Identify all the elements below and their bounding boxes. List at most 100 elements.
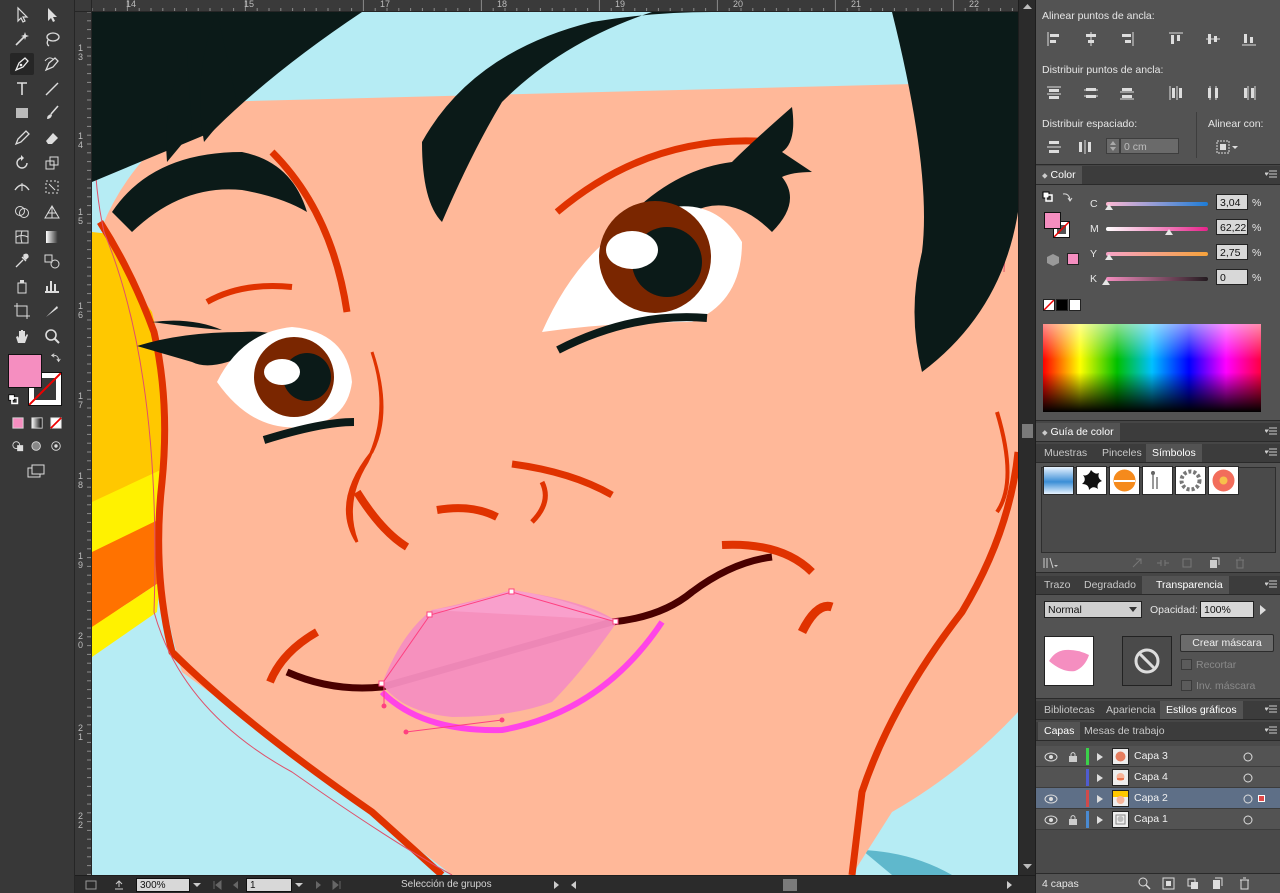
delete-layer-icon[interactable]: [1238, 877, 1251, 890]
symbol-pushpin[interactable]: [1142, 466, 1173, 495]
align-left-icon[interactable]: [1045, 30, 1063, 48]
zoom-dropdown-icon[interactable]: [191, 879, 203, 891]
channel-y-knob[interactable]: [1105, 254, 1114, 260]
symbol-orange-button[interactable]: [1109, 466, 1140, 495]
distribute-right-icon[interactable]: [1240, 84, 1258, 102]
lock-icon[interactable]: [1068, 814, 1078, 826]
paintbrush-tool-icon[interactable]: [40, 102, 64, 124]
lock-icon[interactable]: [1068, 751, 1078, 763]
eye-icon[interactable]: [1044, 794, 1058, 804]
tab-transparency[interactable]: Transparencia: [1142, 576, 1229, 594]
channel-m-knob[interactable]: [1165, 229, 1174, 235]
direct-selection-tool-icon[interactable]: [40, 4, 64, 26]
tab-color-guide[interactable]: ⬥ Guía de color: [1036, 423, 1120, 441]
pen-tool-icon[interactable]: [10, 53, 34, 75]
width-tool-icon[interactable]: [10, 176, 34, 198]
channel-y-value[interactable]: 2,75: [1216, 244, 1248, 260]
tab-graphic-styles[interactable]: Estilos gráficos: [1160, 701, 1243, 719]
opacity-slider-icon[interactable]: [1257, 604, 1269, 616]
slice-tool-icon[interactable]: [40, 300, 64, 322]
tab-stroke[interactable]: Trazo: [1038, 576, 1076, 594]
zoom-tool-icon[interactable]: [40, 325, 64, 347]
panel-menu-icon[interactable]: [1265, 726, 1277, 736]
vertical-ruler[interactable]: 1 3 1 4 1 5 1 6 1 7 1 8 1 9 2 0 2 1 2 2: [75, 12, 92, 875]
draw-inside-icon[interactable]: [47, 438, 65, 454]
symbol-flower[interactable]: [1208, 466, 1239, 495]
gradient-mode-icon[interactable]: [28, 415, 46, 431]
eyedropper-tool-icon[interactable]: [10, 250, 34, 272]
symbol-libraries-icon[interactable]: [1042, 557, 1058, 569]
symbol-sprayer-tool-icon[interactable]: [10, 275, 34, 297]
symbol-options-icon[interactable]: [1181, 557, 1193, 569]
prev-artboard-icon[interactable]: [229, 879, 241, 891]
symbol-ink-splat[interactable]: [1076, 466, 1107, 495]
distribute-left-icon[interactable]: [1167, 84, 1185, 102]
tab-color[interactable]: ⬥ Color: [1036, 166, 1082, 184]
channel-c-value[interactable]: 3,04: [1216, 194, 1248, 210]
mask-thumbnail[interactable]: [1122, 636, 1172, 686]
tab-swatches[interactable]: Muestras: [1038, 444, 1093, 462]
black-color-swatch[interactable]: [1056, 299, 1068, 311]
draw-behind-icon[interactable]: [28, 438, 46, 454]
tab-libraries[interactable]: Bibliotecas: [1038, 701, 1101, 719]
default-colors-icon[interactable]: [1042, 191, 1054, 203]
ruler-origin[interactable]: [75, 0, 92, 12]
artboard-tool-icon[interactable]: [10, 300, 34, 322]
none-mode-icon[interactable]: [47, 415, 65, 431]
out-of-gamut-icon[interactable]: [1046, 253, 1060, 267]
align-right-icon[interactable]: [1118, 30, 1136, 48]
rectangle-tool-icon[interactable]: [10, 102, 34, 124]
layer-row[interactable]: Capa 1: [1036, 809, 1280, 830]
make-clipping-mask-icon[interactable]: [1162, 877, 1175, 890]
layer-row[interactable]: Capa 4: [1036, 767, 1280, 788]
export-icon[interactable]: [113, 879, 125, 891]
type-tool-icon[interactable]: [10, 78, 34, 100]
target-icon[interactable]: [1242, 751, 1254, 763]
break-link-icon[interactable]: [1156, 557, 1170, 569]
distribute-top-icon[interactable]: [1045, 84, 1063, 102]
symbol-ring[interactable]: [1175, 466, 1206, 495]
eye-icon[interactable]: [1044, 815, 1058, 825]
pencil-tool-icon[interactable]: [10, 127, 34, 149]
scroll-down-icon[interactable]: [1019, 862, 1036, 872]
tab-symbols[interactable]: Símbolos: [1146, 444, 1202, 462]
scale-tool-icon[interactable]: [40, 152, 64, 174]
align-vertical-center-icon[interactable]: [1204, 30, 1222, 48]
default-fill-stroke-icon[interactable]: [6, 392, 20, 406]
perspective-grid-tool-icon[interactable]: [40, 201, 64, 223]
target-icon[interactable]: [1242, 772, 1254, 784]
panel-menu-icon[interactable]: [1265, 427, 1277, 437]
spacing-stepper[interactable]: [1106, 138, 1120, 154]
magic-wand-tool-icon[interactable]: [10, 28, 34, 50]
selection-tool-icon[interactable]: [10, 4, 34, 26]
tab-gradient[interactable]: Degradado: [1078, 576, 1142, 594]
next-artboard-icon[interactable]: [313, 879, 325, 891]
channel-c-knob[interactable]: [1105, 204, 1114, 210]
distribute-hcenter-icon[interactable]: [1204, 84, 1222, 102]
channel-y-slider[interactable]: [1106, 252, 1208, 256]
rotate-tool-icon[interactable]: [10, 152, 34, 174]
object-thumbnail[interactable]: [1044, 636, 1094, 686]
channel-k-knob[interactable]: [1102, 279, 1110, 285]
draw-normal-icon[interactable]: [9, 438, 27, 454]
scroll-left-icon[interactable]: [568, 879, 580, 891]
panel-menu-icon[interactable]: [1265, 705, 1277, 715]
swap-fill-stroke-icon[interactable]: [49, 351, 63, 365]
artboard-nav-icon[interactable]: [85, 879, 97, 891]
fill-swatch[interactable]: [8, 354, 42, 388]
invert-mask-checkbox[interactable]: [1181, 680, 1192, 691]
horizontal-spacing-icon[interactable]: [1076, 138, 1094, 156]
channel-m-value[interactable]: 62,22: [1216, 219, 1248, 235]
color-panel-fill-swatch[interactable]: [1044, 212, 1061, 229]
line-tool-icon[interactable]: [40, 78, 64, 100]
tab-appearance[interactable]: Apariencia: [1100, 701, 1162, 719]
vertical-scrollbar[interactable]: [1018, 0, 1035, 875]
swap-colors-icon[interactable]: [1061, 191, 1073, 203]
new-symbol-icon[interactable]: [1208, 557, 1220, 569]
eye-icon[interactable]: [1044, 752, 1058, 762]
distribute-bottom-icon[interactable]: [1118, 84, 1136, 102]
channel-c-slider[interactable]: [1106, 202, 1208, 206]
clip-checkbox[interactable]: [1181, 659, 1192, 670]
layer-row-selected[interactable]: Capa 2: [1036, 788, 1280, 809]
target-icon[interactable]: [1242, 793, 1254, 805]
